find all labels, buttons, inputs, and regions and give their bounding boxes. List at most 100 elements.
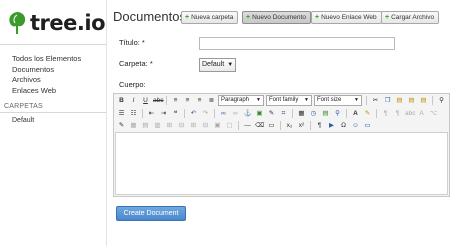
plus-icon: + (246, 14, 251, 21)
insert-row-icon[interactable]: ⊞ (164, 120, 175, 131)
title-label: Título: * (119, 38, 145, 47)
fullscreen-icon[interactable]: ▭ (362, 120, 373, 131)
split-cells-icon[interactable]: ▢ (224, 120, 235, 131)
emotions-icon[interactable]: ☺ (350, 120, 361, 131)
cell-props-icon[interactable]: ▥ (152, 120, 163, 131)
editor-content-area[interactable] (115, 132, 448, 195)
align-right-icon[interactable]: ≡ (194, 95, 205, 106)
plus-icon: + (185, 14, 190, 21)
horizontal-rule-icon[interactable]: — (242, 120, 253, 131)
format-dropdown[interactable]: Paragraph ▼ (218, 95, 264, 106)
delete-col-icon[interactable]: ⊟ (200, 120, 211, 131)
redo-icon[interactable]: ↷ (200, 108, 211, 119)
superscript-icon[interactable]: x² (296, 120, 307, 131)
outdent-icon[interactable]: ⇤ (146, 108, 157, 119)
divider (0, 112, 106, 113)
font-size-dropdown[interactable]: Font size ▼ (314, 95, 362, 106)
insert-time-icon[interactable]: ◷ (308, 108, 319, 119)
find-icon[interactable]: ⚲ (436, 95, 447, 106)
anchor-icon[interactable]: ⚓ (242, 108, 253, 119)
highlight-color-icon[interactable]: ✎ (362, 108, 373, 119)
toolbar-separator (292, 109, 293, 118)
toolbar-separator (366, 96, 367, 105)
preview-icon[interactable]: ▤ (320, 108, 331, 119)
special-char-icon[interactable]: Ω (338, 120, 349, 131)
folder-select[interactable]: Default ▼ (199, 58, 237, 72)
italic-icon[interactable]: I (128, 95, 139, 106)
edit-css-icon[interactable]: ✎ (116, 120, 127, 131)
toolbar-separator (432, 96, 433, 105)
row-props-icon[interactable]: ▤ (140, 120, 151, 131)
html-icon[interactable]: ⌗ (278, 108, 289, 119)
table-icon[interactable]: ▦ (128, 120, 139, 131)
title-input[interactable] (199, 37, 395, 50)
rtl-icon[interactable]: ¶ (392, 108, 403, 119)
editor-toolbar-row-3: ✎ ▦ ▤ ▥ ⊞ ⊟ ⊞ ⊟ ▣ ▢ — ⌫ ▭ x₂ x² ¶ ▶ Ω ☺ … (116, 120, 373, 131)
body-label: Cuerpo: (119, 80, 146, 89)
blockquote-icon[interactable]: ❝ (170, 108, 181, 119)
ltr-icon[interactable]: ¶ (380, 108, 391, 119)
subscript-icon[interactable]: x₂ (284, 120, 295, 131)
toolbar-separator (238, 121, 239, 130)
toolbar-separator (184, 109, 185, 118)
bold-icon[interactable]: B (116, 95, 127, 106)
pilcrow-icon[interactable]: ¶ (314, 120, 325, 131)
editor-toolbar-row-2: ☰ ☷ ⇤ ⇥ ❝ ↶ ↷ ∞ ∞ ⚓ ▣ ✎ ⌗ ▦ ◷ ▤ ⚲ A ✎ ¶ … (116, 108, 439, 119)
new-folder-button[interactable]: + Nueva carpeta (181, 11, 239, 24)
abbr-icon[interactable]: abc (404, 108, 415, 119)
merge-cells-icon[interactable]: ▣ (212, 120, 223, 131)
insert-date-icon[interactable]: ▦ (296, 108, 307, 119)
zoom-icon[interactable]: ⚲ (332, 108, 343, 119)
align-left-icon[interactable]: ≡ (170, 95, 181, 106)
align-justify-icon[interactable]: ≣ (206, 95, 217, 106)
bullet-list-icon[interactable]: ☰ (116, 108, 127, 119)
insert-col-icon[interactable]: ⊞ (188, 120, 199, 131)
folder-label: Carpeta: * (119, 59, 153, 68)
folder-item-default[interactable]: Default (12, 117, 34, 124)
cut-icon[interactable]: ✂ (370, 95, 381, 106)
create-document-button[interactable]: Create Document (116, 206, 186, 221)
sidebar-item-all[interactable]: Todos los Elementos (12, 54, 81, 65)
image-icon[interactable]: ▣ (254, 108, 265, 119)
folder-select-value: Default (202, 61, 225, 68)
chevron-down-icon: ▼ (304, 97, 309, 103)
copy-icon[interactable]: ❐ (382, 95, 393, 106)
cleanup-icon[interactable]: ✎ (266, 108, 277, 119)
toolbar-separator (142, 109, 143, 118)
visual-aid-icon[interactable]: ▭ (266, 120, 277, 131)
align-center-icon[interactable]: ≡ (182, 95, 193, 106)
plus-icon: + (385, 14, 390, 21)
undo-icon[interactable]: ↶ (188, 108, 199, 119)
paste-icon[interactable]: ▤ (394, 95, 405, 106)
text-color-icon[interactable]: A (350, 108, 361, 119)
delete-row-icon[interactable]: ⊟ (176, 120, 187, 131)
indent-icon[interactable]: ⇥ (158, 108, 169, 119)
chevron-down-icon: ▼ (227, 62, 234, 68)
sidebar: tree.io Todos los Elementos Documentos A… (0, 0, 107, 246)
unlink-icon[interactable]: ∞ (230, 108, 241, 119)
sidebar-item-weblinks[interactable]: Enlaces Web (12, 86, 81, 97)
link-icon[interactable]: ∞ (218, 108, 229, 119)
font-family-dropdown[interactable]: Font family ▼ (266, 95, 312, 106)
underline-icon[interactable]: U (140, 95, 151, 106)
divider (0, 44, 106, 45)
new-weblink-button[interactable]: + Nuevo Enlace Web (311, 11, 382, 24)
toolbar-separator (376, 109, 377, 118)
tree-logo-icon (9, 12, 26, 34)
sidebar-item-files[interactable]: Archivos (12, 75, 81, 86)
upload-file-button[interactable]: + Cargar Archivo (381, 11, 440, 24)
folders-heading: CARPETAS (4, 103, 43, 110)
attribs-icon[interactable]: ⌥ (428, 108, 439, 119)
chevron-down-icon: ▼ (256, 97, 261, 103)
logo-text: tree.io (30, 11, 106, 35)
tree-io-logo[interactable]: tree.io (6, 8, 106, 38)
sidebar-item-documents[interactable]: Documentos (12, 65, 81, 76)
paste-text-icon[interactable]: ▤ (406, 95, 417, 106)
font-style-icon[interactable]: A (416, 108, 427, 119)
new-document-button[interactable]: + Nuevo Documento (242, 11, 311, 24)
paste-word-icon[interactable]: ▤ (418, 95, 429, 106)
media-icon[interactable]: ▶ (326, 120, 337, 131)
remove-format-icon[interactable]: ⌫ (254, 120, 265, 131)
numbered-list-icon[interactable]: ☷ (128, 108, 139, 119)
strikethrough-icon[interactable]: abc (152, 95, 163, 106)
